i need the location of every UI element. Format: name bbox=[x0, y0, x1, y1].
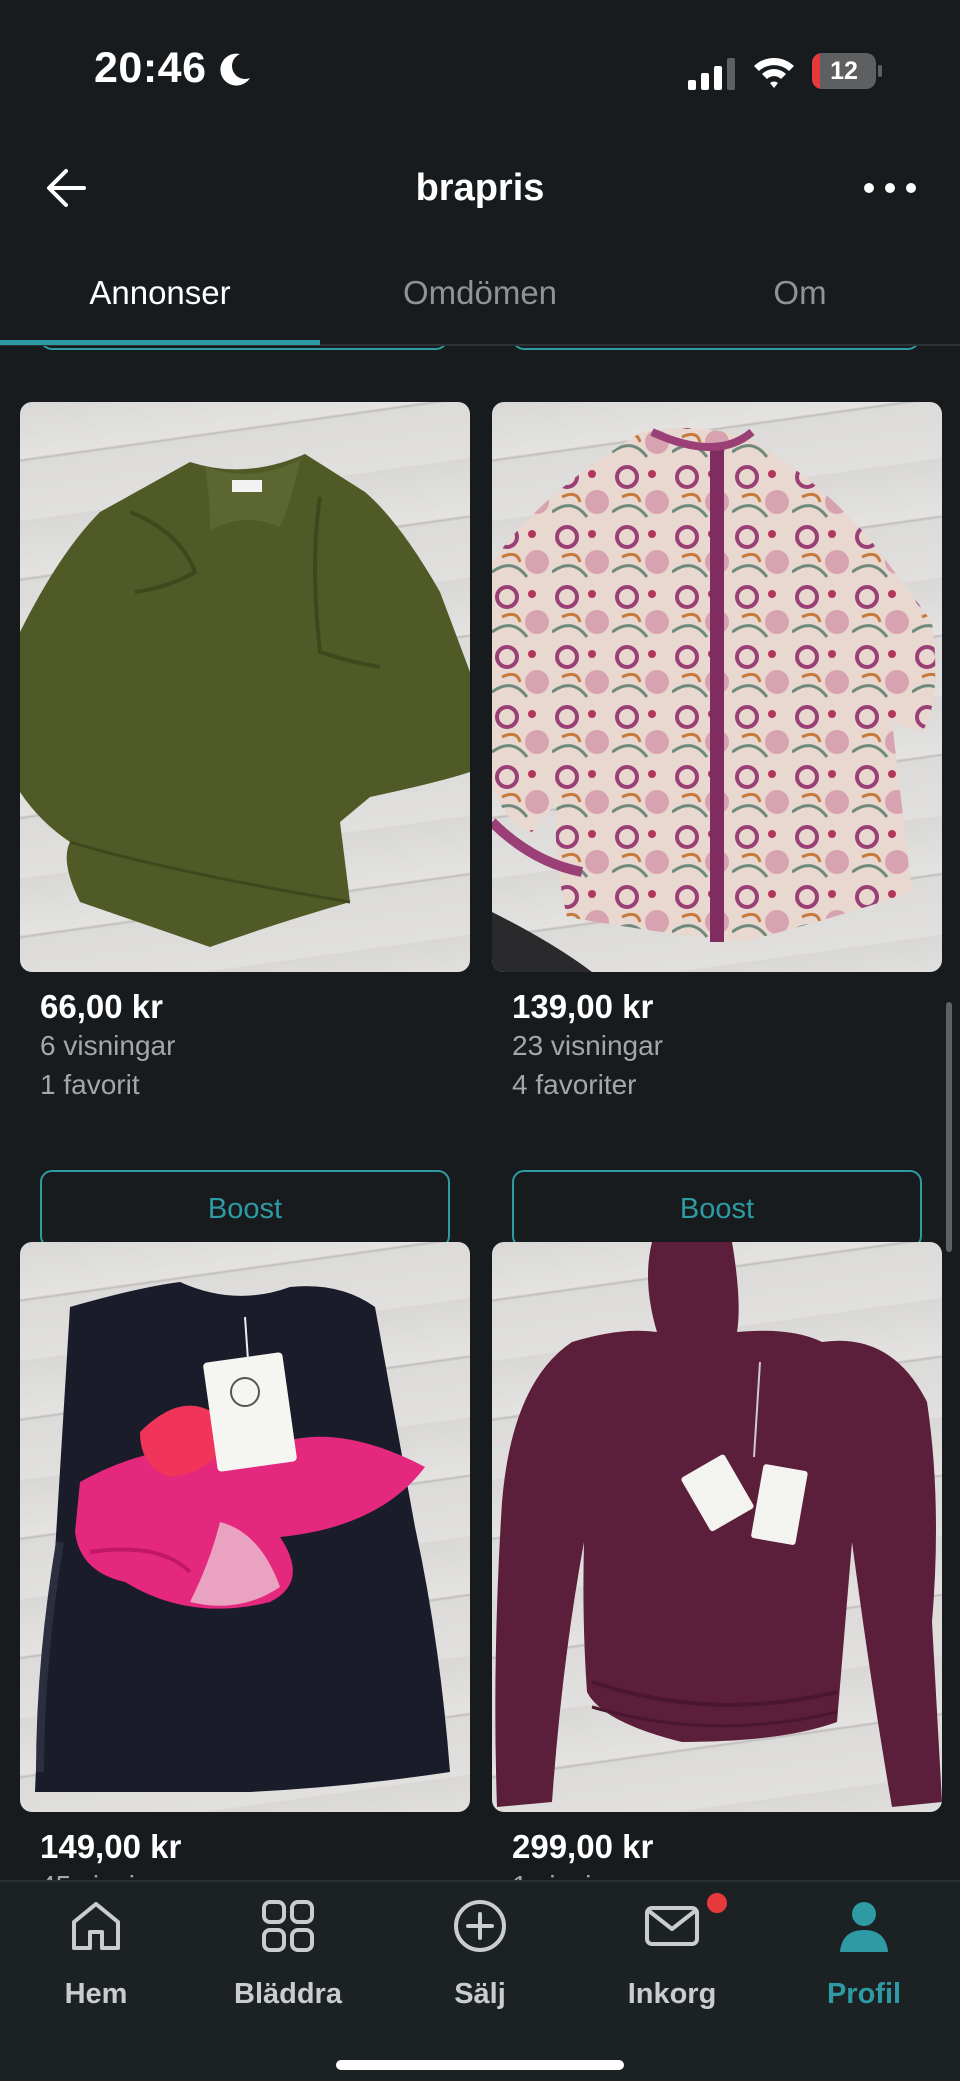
plus-circle-icon bbox=[454, 1900, 506, 1952]
wifi-icon bbox=[754, 58, 794, 88]
boost-button[interactable]: Boost bbox=[512, 1170, 922, 1248]
nav-salj[interactable]: Sälj bbox=[384, 1882, 576, 2032]
clock: 20:46 bbox=[94, 44, 207, 92]
listing-photo[interactable] bbox=[492, 1242, 942, 1812]
tab-om[interactable]: Om bbox=[640, 250, 960, 346]
listing-views: 45 visningar bbox=[40, 1870, 191, 1880]
nav-label: Profil bbox=[826, 1978, 902, 2010]
grid-icon bbox=[262, 1900, 314, 1952]
header: brapris bbox=[0, 140, 960, 250]
nav-label: Sälj bbox=[454, 1978, 506, 2010]
tab-annonser[interactable]: Annonser bbox=[0, 250, 320, 346]
tab-bar: Annonser Omdömen Om bbox=[0, 250, 960, 346]
person-icon bbox=[840, 1902, 888, 1952]
listing-views: 1 visning bbox=[512, 1870, 623, 1880]
listing-photo[interactable] bbox=[20, 402, 470, 972]
nav-label: Inkorg bbox=[627, 1978, 717, 2010]
nav-hem[interactable]: Hem bbox=[0, 1882, 192, 2032]
home-icon bbox=[72, 1902, 120, 1950]
more-horizontal-icon bbox=[864, 183, 916, 193]
listing-price: 66,00 kr bbox=[40, 988, 163, 1025]
olive-top-image bbox=[20, 454, 470, 947]
battery-level: 12 bbox=[830, 57, 858, 85]
more-options-button[interactable] bbox=[860, 162, 920, 214]
status-bar: 20:46 12 bbox=[0, 0, 960, 140]
signal-icon bbox=[688, 58, 735, 90]
mail-icon bbox=[645, 1906, 699, 1946]
listing-views: 6 visningar bbox=[40, 1030, 176, 1061]
scrollbar[interactable] bbox=[946, 1002, 952, 1252]
boost-button[interactable]: Boost bbox=[40, 1170, 450, 1248]
listing-price: 139,00 kr bbox=[512, 988, 654, 1025]
partial-boost-button[interactable] bbox=[512, 346, 920, 350]
listing-price: 149,00 kr bbox=[40, 1828, 182, 1865]
paisley-blouse-image bbox=[492, 428, 936, 972]
page-title: brapris bbox=[415, 167, 545, 209]
orchid-top-image bbox=[35, 1282, 450, 1792]
listing-favorites: 1 favorit bbox=[40, 1069, 140, 1100]
listing-favorites: 4 favoriter bbox=[512, 1069, 637, 1100]
nav-label: Bläddra bbox=[234, 1978, 342, 2010]
nav-bladdra[interactable]: Bläddra bbox=[192, 1882, 384, 2032]
arrow-left-icon bbox=[47, 169, 86, 207]
battery-icon: 12 bbox=[812, 53, 882, 89]
nav-inkorg[interactable]: Inkorg bbox=[576, 1882, 768, 2032]
moon-icon bbox=[220, 53, 250, 86]
listing-price: 299,00 kr bbox=[512, 1828, 654, 1865]
listings-grid[interactable]: 66,00 kr 6 visningar 1 favorit Boost 139… bbox=[0, 346, 960, 1880]
back-button[interactable] bbox=[40, 160, 96, 216]
listing-views: 23 visningar bbox=[512, 1030, 663, 1061]
tab-indicator bbox=[0, 340, 320, 345]
listing-photo[interactable] bbox=[492, 402, 942, 972]
notification-badge bbox=[704, 1890, 730, 1916]
listing-photo[interactable] bbox=[20, 1242, 470, 1812]
burgundy-sweater-image bbox=[495, 1242, 942, 1807]
home-indicator bbox=[336, 2060, 624, 2070]
partial-boost-button[interactable] bbox=[40, 346, 448, 350]
nav-profil[interactable]: Profil bbox=[768, 1882, 960, 2032]
nav-label: Hem bbox=[64, 1978, 128, 2010]
bottom-navigation: Hem Bläddra Sälj Inkorg Profil bbox=[0, 1880, 960, 2081]
tab-omdomen[interactable]: Omdömen bbox=[320, 250, 640, 346]
